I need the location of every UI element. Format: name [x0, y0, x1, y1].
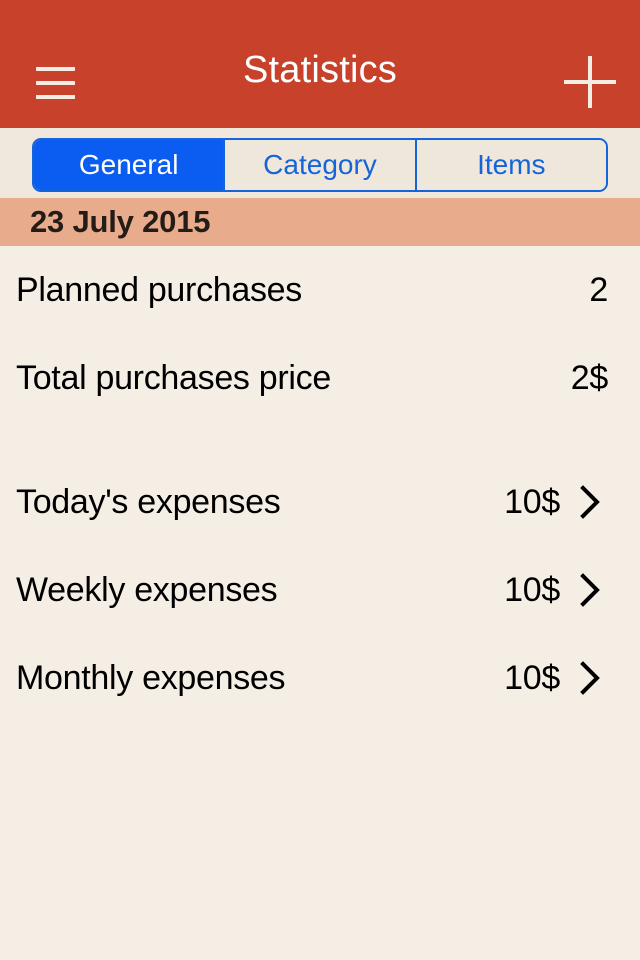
tab-items[interactable]: Items: [414, 140, 606, 190]
chevron-right-icon: [560, 661, 620, 695]
date-section-header: 23 July 2015: [0, 198, 640, 246]
chevron-right-icon: [560, 573, 620, 607]
table-row-planned-purchases: Planned purchases 2: [0, 260, 640, 320]
table-row-weekly-expenses[interactable]: Weekly expenses 10$: [0, 560, 640, 620]
chevron-right-icon: [560, 485, 620, 519]
add-button[interactable]: [556, 48, 624, 116]
table-row-total-purchases-price: Total purchases price 2$: [0, 348, 640, 408]
row-value: 2$: [570, 358, 609, 397]
row-value: 10$: [504, 482, 560, 521]
page-title: Statistics: [242, 49, 398, 91]
table-row-todays-expenses[interactable]: Today's expenses 10$: [0, 472, 640, 532]
row-value: 10$: [504, 570, 560, 609]
tab-general[interactable]: General: [34, 140, 224, 190]
row-label: Total purchases price: [16, 358, 331, 397]
row-label: Planned purchases: [16, 270, 302, 309]
row-label: Monthly expenses: [16, 658, 286, 697]
row-value: 10$: [504, 658, 560, 697]
plus-icon-bar: [564, 80, 616, 84]
app-screen: Statistics General Category Items 23 Jul…: [0, 0, 640, 960]
row-value: 2: [589, 270, 608, 309]
segmented-control[interactable]: General Category Items: [32, 138, 608, 192]
row-label: Weekly expenses: [16, 570, 278, 609]
navigation-bar: Statistics: [0, 0, 640, 128]
statistics-list: Planned purchases 2 Total purchases pric…: [0, 246, 640, 960]
date-label: 23 July 2015: [30, 204, 211, 239]
segmented-control-container: General Category Items: [0, 128, 640, 198]
row-label: Today's expenses: [16, 482, 281, 521]
tab-category[interactable]: Category: [223, 140, 415, 190]
table-row-monthly-expenses[interactable]: Monthly expenses 10$: [0, 648, 640, 708]
